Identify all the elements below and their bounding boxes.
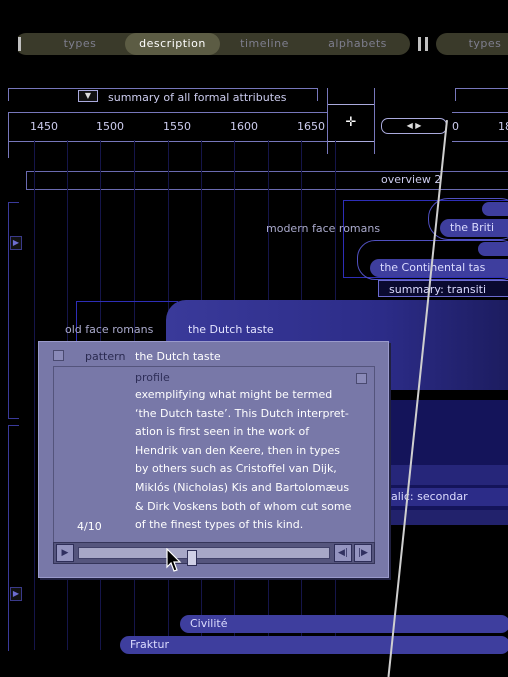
dark-band-row [380, 510, 508, 525]
bar-fraktur[interactable]: Fraktur [120, 636, 508, 654]
popup-scrollbar[interactable]: ▶ ◀| |▶ [53, 542, 375, 566]
overview-label: overview 2 [381, 173, 442, 186]
description-line: Miklós (Nicholas) Kis and Bartolomæus [135, 480, 350, 494]
left-bracket-lower [8, 425, 19, 651]
summary-transitional[interactable]: summary: transiti [378, 280, 508, 297]
description-line: Hendrik van den Keere, then in types [135, 443, 340, 457]
summary-bracket-right [455, 88, 508, 101]
step-forward-icon: |▶ [358, 548, 368, 558]
left-bracket-upper [8, 202, 19, 419]
tab-alphabets[interactable]: alphabets [315, 33, 400, 55]
year-1650: 1650 [297, 120, 325, 133]
popup-profile-label: profile [135, 371, 170, 384]
scroll-prev-button[interactable]: ◀| [334, 544, 352, 562]
old-face-label: old face romans [65, 323, 154, 336]
scroll-track[interactable] [78, 547, 330, 566]
pause-icon-bar-2[interactable] [425, 37, 428, 51]
tab-description[interactable]: description [125, 33, 220, 55]
bar-continental-top[interactable] [478, 242, 508, 256]
popup-pattern-checkbox[interactable] [53, 350, 64, 361]
dutch-taste-label: the Dutch taste [188, 323, 274, 336]
year-right-partial-b: 18 [498, 120, 508, 133]
scroll-thumb[interactable] [187, 550, 197, 566]
year-1550: 1550 [163, 120, 191, 133]
pause-icon-bar-1[interactable] [418, 37, 421, 51]
summary-dropdown-label: summary of all formal attributes [108, 91, 287, 104]
description-line: by others such as Cristoffel van Dijk, [135, 462, 337, 476]
summary-dropdown-button[interactable]: ▼ [78, 90, 98, 102]
scroll-next-button[interactable]: |▶ [354, 544, 372, 562]
popup-page-indicator: 4/10 [77, 520, 102, 533]
popup-profile-checkbox[interactable] [356, 373, 367, 384]
popup-pattern-label: pattern [85, 350, 126, 363]
play-icon: ▶ [61, 548, 69, 558]
modern-face-label: modern face romans [266, 222, 381, 235]
year-1600: 1600 [230, 120, 258, 133]
description-line: ation is first seen in the work of [135, 425, 310, 439]
grid-line [34, 140, 35, 650]
year-1450: 1450 [30, 120, 58, 133]
chevron-down-icon: ▼ [84, 91, 92, 100]
year-1500: 1500 [96, 120, 124, 133]
tab-types[interactable]: types [40, 33, 120, 55]
step-back-icon: ◀| [338, 548, 348, 558]
expand-arrow-icon[interactable]: ▶ [10, 587, 22, 601]
arrow-right-icon[interactable]: ▶ [415, 121, 421, 130]
scroll-time-control[interactable]: ◀ ▶ [381, 118, 447, 134]
bar-civilite[interactable]: Civilité [180, 615, 508, 633]
scroll-left-button[interactable]: ▶ [56, 544, 74, 562]
description-line: & Dirk Voskens both of whom cut some [135, 499, 352, 513]
expand-arrow-icon[interactable]: ▶ [10, 236, 22, 250]
mouse-cursor-icon [166, 548, 182, 572]
popup-pattern-value: the Dutch taste [135, 350, 221, 363]
nav-left-indicator [18, 37, 21, 51]
description-line: ‘the Dutch taste’. This Dutch interpret- [135, 406, 349, 420]
popup-description: exemplifying what might be termed ‘the D… [135, 386, 375, 535]
bar-british-taste[interactable]: the Briti [440, 219, 508, 237]
tab-timeline[interactable]: timeline [222, 33, 307, 55]
bar-continental-taste[interactable]: the Continental tas [370, 259, 508, 277]
pattern-popup[interactable]: pattern the Dutch taste profile exemplif… [38, 341, 389, 578]
nav-left-cap [8, 33, 18, 55]
description-line: of the finest types of this kind. [135, 518, 304, 532]
description-line: exemplifying what might be termed [135, 388, 333, 401]
bar-british[interactable] [482, 202, 508, 216]
ruler-left-bracket [8, 112, 19, 158]
year-right-partial-a: 0 [452, 120, 459, 133]
arrow-left-icon[interactable]: ◀ [407, 121, 413, 130]
tab-types-secondary[interactable]: types [455, 33, 508, 55]
